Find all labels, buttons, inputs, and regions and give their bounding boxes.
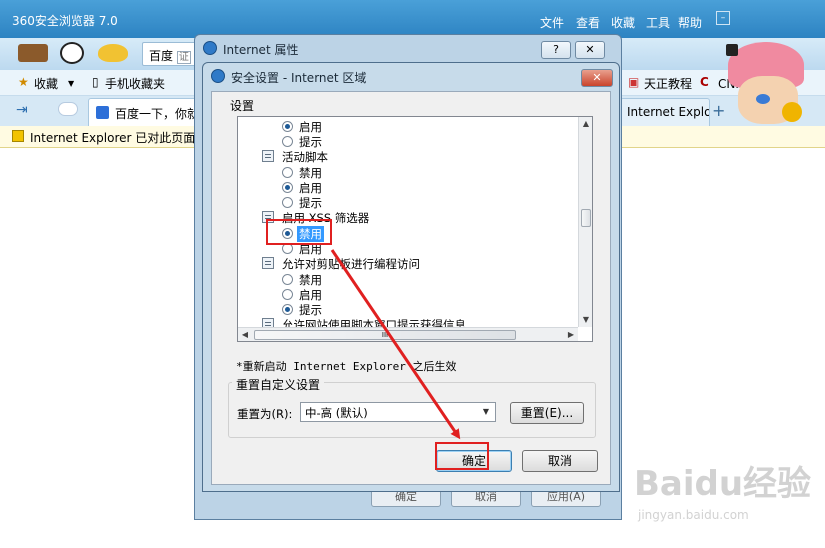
- chopper-mascot: [718, 36, 814, 130]
- security-globe-icon: [211, 69, 225, 83]
- tab-ie[interactable]: Internet Explorer E: [620, 98, 710, 126]
- menu-favorites[interactable]: 收藏: [611, 14, 635, 31]
- internet-properties-title: Internet 属性: [223, 43, 299, 57]
- highlight-disable-option: [266, 219, 332, 245]
- reset-button[interactable]: 重置(E)...: [510, 402, 584, 424]
- browser-title: 360安全浏览器 7.0: [12, 14, 118, 28]
- address-bar[interactable]: 百度 证: [142, 42, 198, 66]
- cancel-button[interactable]: 取消: [522, 450, 598, 472]
- browser-titlebar: 360安全浏览器 7.0 文件 查看 收藏 工具 帮助 –: [0, 0, 825, 38]
- vertical-scrollbar[interactable]: ▲ ▼: [578, 117, 592, 327]
- menu-tools[interactable]: 工具: [646, 14, 670, 31]
- scroll-up-icon[interactable]: ▲: [579, 117, 592, 131]
- phone-icon: ▯: [92, 75, 99, 89]
- security-settings-dialog: 安全设置 - Internet 区域 ✕ 设置 启用 提示 活动脚本 禁用 启用…: [202, 62, 620, 492]
- scroll-left-icon[interactable]: ◀: [238, 328, 252, 341]
- radio-button[interactable]: [282, 121, 293, 132]
- fav-mobile[interactable]: 手机收藏夹: [105, 75, 165, 92]
- star-icon: ★: [18, 75, 29, 89]
- settings-label: 设置: [230, 99, 255, 113]
- horizontal-scroll-thumb[interactable]: III: [254, 330, 516, 340]
- fav-tianzheng[interactable]: 天正教程: [644, 75, 692, 92]
- radio-button[interactable]: [282, 289, 293, 300]
- highlight-ok-button: [435, 442, 489, 470]
- fav-collect[interactable]: 收藏: [34, 75, 58, 92]
- strawhat-icon[interactable]: [98, 44, 128, 62]
- close-button[interactable]: ✕: [575, 41, 605, 59]
- cloud-icon[interactable]: [58, 102, 78, 116]
- script-setting-icon: [262, 318, 274, 327]
- radio-button[interactable]: [282, 274, 293, 285]
- reset-level-select[interactable]: 中-高 (默认) ▼: [300, 402, 496, 422]
- internet-globe-icon: [203, 41, 217, 55]
- security-dialog-title: 安全设置 - Internet 区域: [231, 71, 367, 85]
- radio-button[interactable]: [282, 136, 293, 147]
- menu-help[interactable]: 帮助: [678, 14, 702, 31]
- info-bar-text: Internet Explorer 已对此页面进: [30, 131, 208, 145]
- sidebar-toggle-icon[interactable]: ⇥: [16, 102, 28, 118]
- chevron-down-icon[interactable]: ▼: [479, 405, 493, 419]
- scroll-down-icon[interactable]: ▼: [579, 313, 592, 327]
- pistol-icon[interactable]: [18, 44, 48, 62]
- radio-button[interactable]: [282, 304, 293, 315]
- minimize-icon[interactable]: –: [716, 11, 730, 25]
- restart-note: *重新启动 Internet Explorer 之后生效: [236, 360, 457, 373]
- help-button[interactable]: ?: [541, 41, 571, 59]
- fav-tianzheng-icon: ▣: [628, 75, 640, 89]
- radio-button[interactable]: [282, 197, 293, 208]
- reset-group-title: 重置自定义设置: [232, 376, 325, 393]
- vertical-scroll-thumb[interactable]: [581, 209, 591, 227]
- radio-button[interactable]: [282, 182, 293, 193]
- warning-icon: [12, 130, 24, 142]
- watermark-logo: Baidu经验: [634, 464, 812, 504]
- reset-to-label: 重置为(R):: [237, 407, 293, 421]
- radio-button[interactable]: [282, 167, 293, 178]
- watermark-url: jingyan.baidu.com: [638, 508, 749, 522]
- script-setting-icon: [262, 150, 274, 162]
- security-dialog-body: 设置 启用 提示 活动脚本 禁用 启用 提示 启用 XSS 筛选器 禁用 启用 …: [211, 91, 611, 485]
- horizontal-scrollbar[interactable]: ◀ III ▶: [238, 327, 578, 341]
- chevron-down-icon[interactable]: ▼: [68, 79, 74, 88]
- baidu-paw-icon: [96, 106, 109, 119]
- scroll-right-icon[interactable]: ▶: [564, 328, 578, 341]
- baidu-watermark: Baidu经验 jingyan.baidu.com: [628, 456, 816, 532]
- close-button[interactable]: ✕: [581, 69, 613, 87]
- tab-baidu[interactable]: 百度一下，你就: [88, 98, 208, 126]
- menu-file[interactable]: 文件: [540, 14, 564, 31]
- cnki-icon: C: [700, 75, 709, 89]
- skull-icon[interactable]: [60, 42, 84, 64]
- menu-view[interactable]: 查看: [576, 14, 600, 31]
- script-setting-icon: [262, 257, 274, 269]
